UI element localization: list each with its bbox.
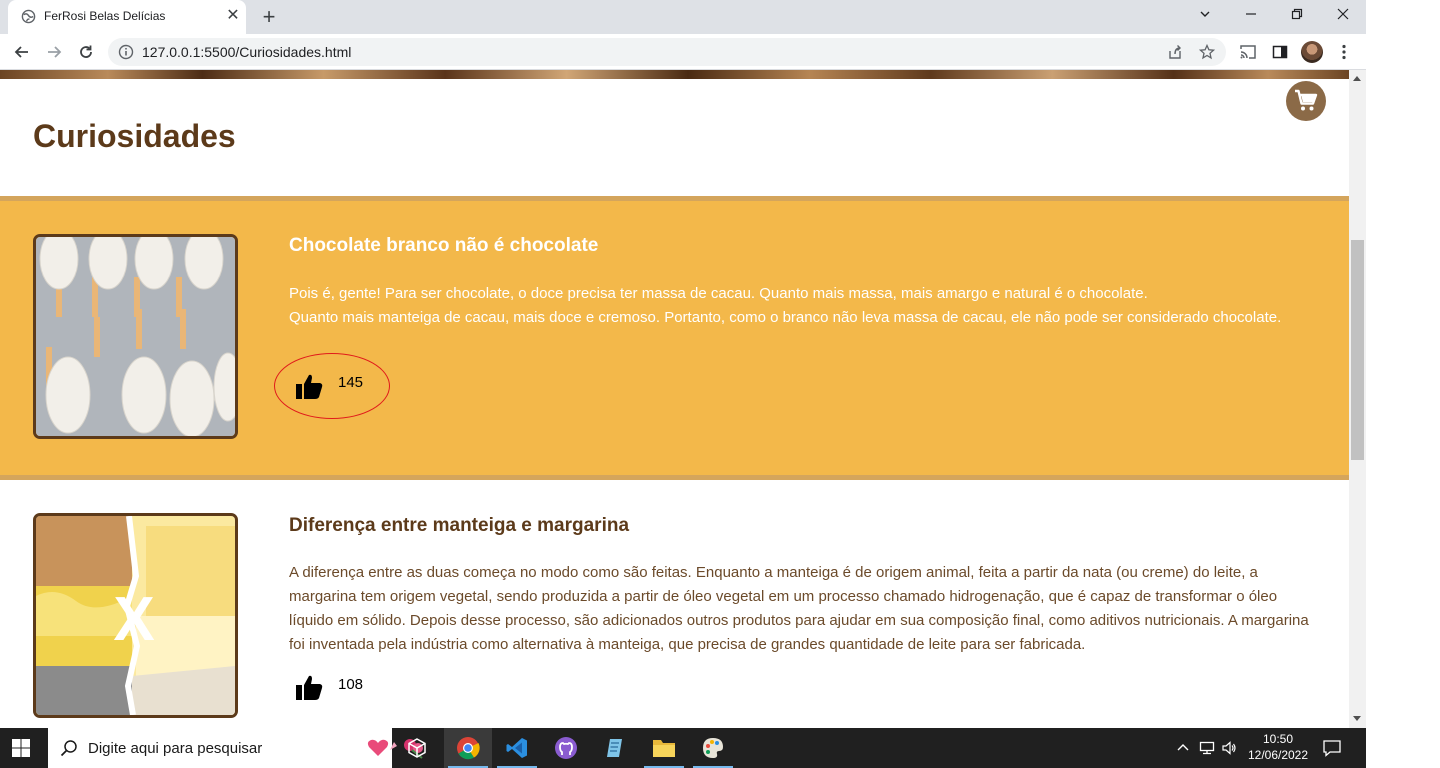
page-title: Curiosidades [33, 118, 236, 154]
card-text-line: Pois é, gente! Para ser chocolate, o doc… [289, 285, 1148, 302]
search-icon [60, 740, 77, 757]
site-info-icon[interactable] [118, 44, 134, 60]
shopping-cart-icon [1295, 89, 1318, 111]
url-text: 127.0.0.1:5500/Curiosidades.html [142, 44, 352, 60]
restore-button[interactable] [1274, 0, 1320, 30]
page-viewport: Curiosidades Chocolate branco não é choc… [0, 70, 1349, 728]
notepad-icon [607, 739, 622, 757]
reload-button[interactable] [74, 40, 98, 64]
screen: FerRosi Belas Delícias ✕ + 127.0.0.1:550… [0, 0, 1440, 768]
vscode-icon [506, 738, 527, 758]
browser-toolbar: 127.0.0.1:5500/Curiosidades.html [0, 34, 1366, 70]
notification-icon[interactable] [1322, 738, 1342, 758]
scroll-down-arrow[interactable] [1353, 716, 1361, 721]
minimize-button[interactable] [1228, 0, 1274, 30]
github-icon [555, 737, 577, 759]
cart-button[interactable] [1286, 81, 1326, 121]
taskbar-app-chrome[interactable] [444, 728, 492, 768]
chrome-icon [457, 737, 480, 760]
taskbar-app-file-explorer[interactable] [640, 728, 688, 768]
card-text: Pois é, gente! Para ser chocolate, o doc… [289, 282, 1324, 330]
curiosity-card: X Diferença entre manteiga e margarina A… [0, 480, 1349, 728]
browser-tab[interactable]: FerRosi Belas Delícias ✕ [8, 0, 246, 34]
taskbar-search-box[interactable]: Digite aqui para pesquisar [48, 728, 423, 768]
taskbar-clock[interactable]: 10:50 12/06/2022 [1246, 731, 1310, 763]
bookmark-star-icon[interactable] [1198, 43, 1216, 61]
taskbar-app-github-desktop[interactable] [542, 728, 590, 768]
side-panel-icon[interactable] [1270, 42, 1290, 62]
folder-icon [653, 740, 675, 757]
profile-avatar[interactable] [1301, 41, 1323, 63]
hero-banner-image [0, 70, 1349, 79]
card-title: Chocolate branco não é chocolate [289, 235, 599, 256]
forward-button[interactable] [42, 40, 66, 64]
menu-kebab-icon[interactable] [1334, 42, 1354, 62]
new-tab-button[interactable]: + [256, 4, 282, 30]
curiosity-card: Chocolate branco não é chocolate Pois é,… [0, 196, 1349, 480]
windows-start-icon[interactable] [12, 739, 30, 757]
taskbar-app-paint[interactable] [689, 728, 737, 768]
close-tab-icon[interactable]: ✕ [224, 7, 242, 25]
card-text-line: Quanto mais manteiga de cacau, mais doce… [289, 309, 1282, 326]
tab-title: FerRosi Belas Delícias [44, 9, 166, 23]
thumbs-up-icon [296, 675, 323, 700]
card-title: Diferença entre manteiga e margarina [289, 515, 630, 536]
address-bar[interactable]: 127.0.0.1:5500/Curiosidades.html [108, 38, 1226, 66]
cast-icon[interactable] [1238, 42, 1258, 62]
network-icon[interactable] [1199, 740, 1215, 756]
browser-tab-bar: FerRosi Belas Delícias ✕ + [0, 0, 1366, 34]
desktop-margin [1366, 0, 1440, 728]
volume-icon[interactable] [1221, 740, 1237, 756]
annotation-circle [274, 353, 390, 419]
versus-mark: X [113, 585, 154, 654]
card-text: A diferença entre as duas começa no modo… [289, 564, 1309, 653]
scroll-up-arrow[interactable] [1353, 76, 1361, 81]
back-button[interactable] [10, 40, 34, 64]
page-scrollbar[interactable] [1349, 70, 1366, 728]
tab-search-icon[interactable] [1182, 0, 1228, 30]
chevron-up-icon[interactable] [1175, 740, 1191, 756]
windows-taskbar: Digite aqui para pesquisar 10:50 12/06/2… [0, 728, 1366, 768]
card-image-butter-margarine: X [33, 513, 238, 718]
paint-palette-icon [703, 738, 723, 758]
close-window-button[interactable] [1320, 0, 1366, 30]
share-icon[interactable] [1166, 43, 1184, 61]
search-placeholder: Digite aqui para pesquisar [88, 740, 263, 757]
taskbar-app-notepad[interactable] [591, 728, 639, 768]
clock-date: 12/06/2022 [1247, 748, 1309, 762]
clock-time: 10:50 [1262, 732, 1294, 746]
like-button[interactable] [294, 673, 324, 703]
taskbar-app-vscode[interactable] [493, 728, 541, 768]
scroll-thumb[interactable] [1351, 240, 1364, 460]
taskbar-app-3d-viewer[interactable] [393, 728, 441, 768]
globe-icon [21, 9, 36, 24]
card-image-white-chocolate [33, 234, 238, 439]
cube-icon [408, 738, 426, 758]
like-count: 108 [338, 676, 364, 693]
